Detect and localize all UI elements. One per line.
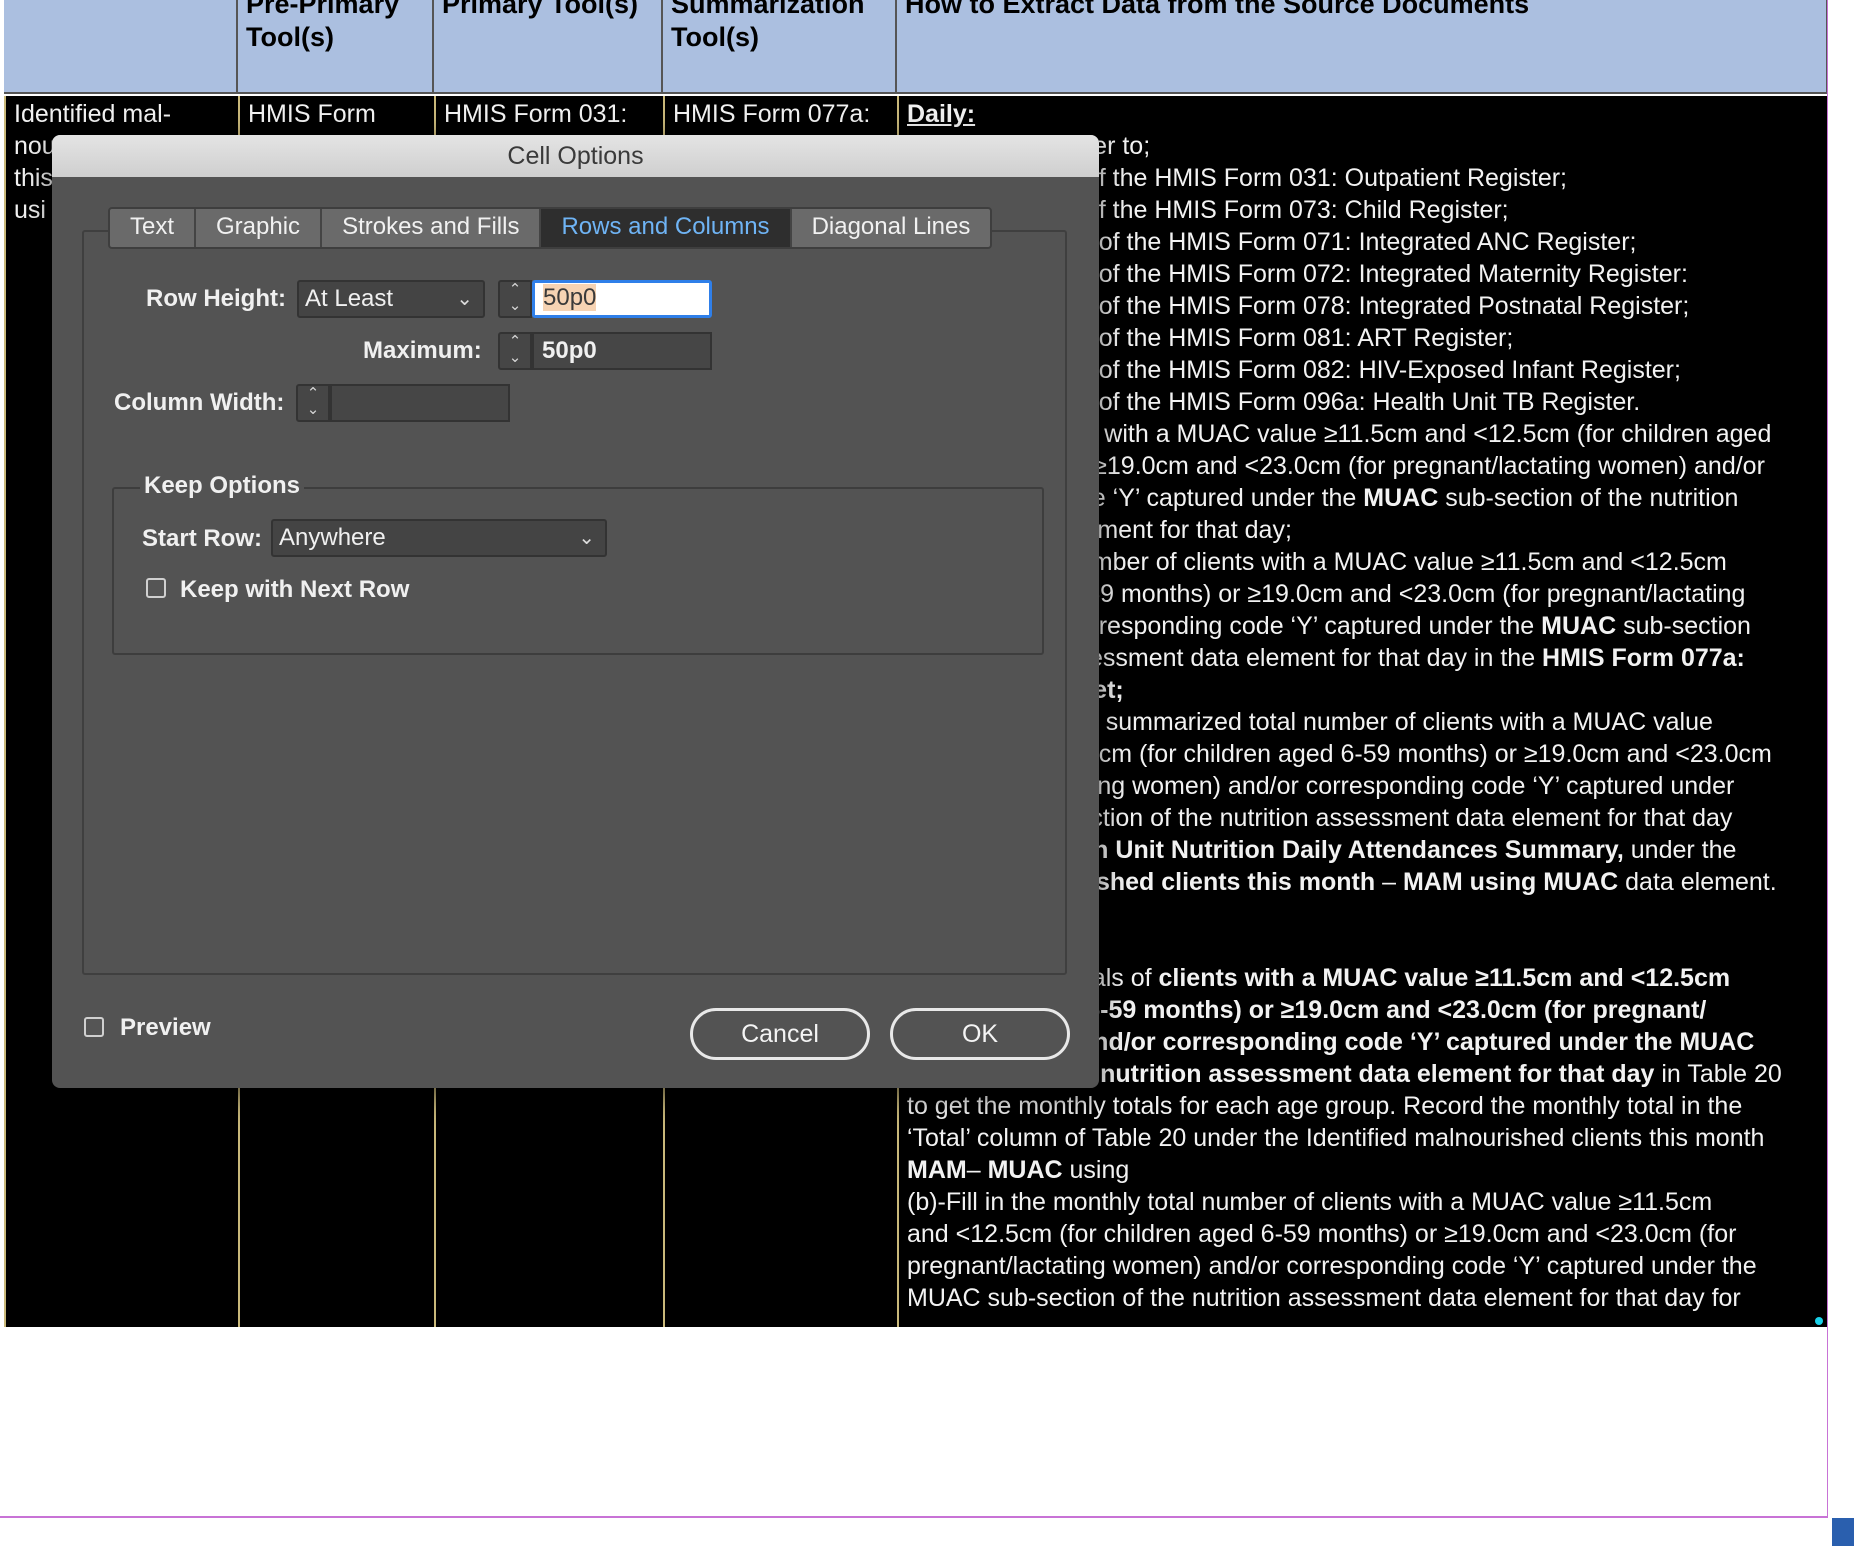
instruction-line: MAM– MUAC using bbox=[907, 1156, 1130, 1184]
start-row-select[interactable]: Anywhere ⌄ bbox=[271, 519, 607, 557]
chevron-up-icon[interactable]: ⌃ bbox=[500, 282, 530, 298]
maximum-input[interactable]: 50p0 bbox=[532, 332, 712, 370]
column-width-stepper[interactable]: ⌃ ⌄ bbox=[296, 384, 330, 422]
header-pre-primary-line-1: Pre-Primary bbox=[246, 0, 400, 19]
row-height-value: 50p0 bbox=[543, 284, 597, 311]
header-primary-line-1: Primary Tool(s) bbox=[442, 0, 639, 19]
keep-with-next-label[interactable]: Keep with Next Row bbox=[180, 576, 409, 604]
instruction-line: and <12.5cm (for children aged 6-59 mont… bbox=[907, 1220, 1737, 1248]
instruction-line: pregnant/lactating women) and/or corresp… bbox=[907, 1252, 1757, 1280]
tab-diagonal-lines[interactable]: Diagonal Lines bbox=[792, 209, 991, 247]
column-width-input[interactable] bbox=[330, 384, 510, 422]
header-pre-primary-line-2: Tool(s) bbox=[246, 22, 334, 52]
row-height-stepper[interactable]: ⌃ ⌄ bbox=[498, 280, 532, 318]
instruction-line: (b)-Fill in the monthly total number of … bbox=[907, 1188, 1713, 1216]
instruction-line: ‘Total’ column of Table 20 under the Ide… bbox=[907, 1124, 1765, 1152]
row-height-mode-select[interactable]: At Least ⌄ bbox=[297, 280, 485, 318]
corner-frame-handle[interactable] bbox=[1832, 1518, 1854, 1546]
row-height-input[interactable]: 50p0 bbox=[532, 280, 712, 318]
ok-button[interactable]: OK bbox=[890, 1008, 1070, 1060]
cancel-button[interactable]: Cancel bbox=[690, 1008, 870, 1060]
header-cell-summarization: Summarization Tool(s) bbox=[663, 0, 897, 94]
tab-strokes-and-fills[interactable]: Strokes and Fills bbox=[322, 209, 542, 247]
page-bottom-guide bbox=[0, 1516, 1828, 1518]
cell-options-dialog: Cell Options Text Graphic Strokes and Fi… bbox=[52, 135, 1099, 1088]
chevron-up-icon[interactable]: ⌃ bbox=[298, 386, 328, 402]
dialog-title[interactable]: Cell Options bbox=[52, 135, 1099, 177]
header-how-to-extract-line-1: How to Extract Data from the Source Docu… bbox=[905, 0, 1530, 19]
row-height-mode-value: At Least bbox=[305, 285, 394, 312]
page-right-guide bbox=[1827, 0, 1828, 1518]
chevron-down-icon[interactable]: ⌄ bbox=[298, 402, 328, 418]
header-summarization-line-1: Summarization bbox=[671, 0, 865, 19]
header-cell-how-to-extract: How to Extract Data from the Source Docu… bbox=[897, 0, 1828, 94]
column-width-label: Column Width: bbox=[114, 389, 285, 416]
maximum-label: Maximum: bbox=[363, 337, 482, 364]
start-row-value: Anywhere bbox=[279, 524, 386, 551]
start-row-label: Start Row: bbox=[142, 525, 262, 552]
preview-label[interactable]: Preview bbox=[120, 1014, 211, 1042]
tab-rows-and-columns[interactable]: Rows and Columns bbox=[541, 209, 792, 247]
chevron-down-icon: ⌄ bbox=[456, 288, 473, 310]
chevron-down-icon: ⌄ bbox=[578, 527, 595, 549]
keep-options-group bbox=[112, 487, 1044, 655]
maximum-value: 50p0 bbox=[542, 337, 597, 364]
chevron-down-icon[interactable]: ⌄ bbox=[500, 298, 530, 314]
header-summarization-line-2: Tool(s) bbox=[671, 22, 759, 52]
header-cell-1 bbox=[4, 0, 238, 94]
cell-indicator-line-1: Identified mal- bbox=[14, 100, 172, 128]
cell-summarization-line-1: HMIS Form 077a: bbox=[673, 100, 871, 128]
keep-with-next-checkbox[interactable] bbox=[146, 578, 166, 598]
header-cell-primary: Primary Tool(s) bbox=[434, 0, 663, 94]
tab-bar: Text Graphic Strokes and Fills Rows and … bbox=[108, 207, 993, 249]
preview-checkbox[interactable] bbox=[84, 1017, 104, 1037]
cell-primary-line-1: HMIS Form 031: bbox=[444, 100, 628, 128]
tab-graphic[interactable]: Graphic bbox=[196, 209, 323, 247]
cell-pre-primary-line-1: HMIS Form bbox=[248, 100, 376, 128]
text-cursor-marker bbox=[1815, 1317, 1823, 1325]
tab-text[interactable]: Text bbox=[110, 209, 197, 247]
keep-options-label: Keep Options bbox=[140, 472, 305, 500]
chevron-up-icon[interactable]: ⌃ bbox=[500, 334, 530, 350]
daily-heading: Daily: bbox=[907, 100, 976, 128]
row-height-label: Row Height: bbox=[146, 285, 286, 312]
chevron-down-icon[interactable]: ⌄ bbox=[500, 350, 530, 366]
maximum-stepper[interactable]: ⌃ ⌄ bbox=[498, 332, 532, 370]
instruction-line: to get the monthly totals for each age g… bbox=[907, 1092, 1743, 1120]
header-cell-pre-primary: Pre-Primary Tool(s) bbox=[238, 0, 434, 94]
instruction-line: MUAC sub-section of the nutrition assess… bbox=[907, 1284, 1741, 1312]
